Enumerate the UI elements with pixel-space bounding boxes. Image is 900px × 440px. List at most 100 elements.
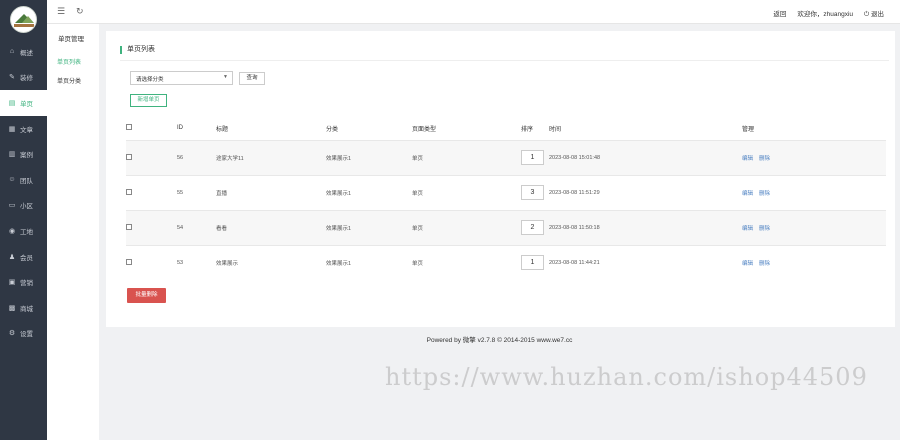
delete-link[interactable]: 删除: [759, 191, 770, 197]
sub-item-page-list[interactable]: 单页列表: [57, 57, 81, 66]
col-id: ID: [177, 125, 183, 132]
sub-item-page-category[interactable]: 单页分类: [57, 76, 81, 85]
row-checkbox[interactable]: [126, 188, 132, 195]
sidebar-item-label: 小区: [20, 203, 33, 211]
query-button[interactable]: 查询: [239, 72, 265, 85]
divider: [120, 60, 889, 61]
edit-link[interactable]: 编辑: [742, 261, 753, 267]
brush-icon: ✎: [9, 74, 15, 82]
sidebar-item-label: 会员: [20, 254, 33, 262]
menu-icon[interactable]: ☰: [57, 6, 65, 17]
main-nav: ⌂ 概述 ✎ 装修 ▤ 单页 ▦ 文章 ▥ 案例 ☺ 团队 ▭ 小区 ◉ 工地 ♟ 会员 ▣ 营销 ▩ 商城 ⚙ 设置: [0, 39, 47, 346]
caret-down-icon: ▼: [223, 74, 228, 80]
col-manage: 管理: [742, 126, 755, 133]
sidebar-item-marketing[interactable]: ▣ 营销: [0, 269, 47, 295]
sidebar-item-member[interactable]: ♟ 会员: [0, 244, 47, 270]
cell-id: 56: [177, 139, 216, 175]
sort-input[interactable]: 2: [521, 220, 544, 235]
cell-time: 2023-08-08 11:44:21: [549, 244, 742, 280]
sidebar-item-community[interactable]: ▭ 小区: [0, 193, 47, 219]
cell-title: 看看: [216, 209, 326, 245]
cell-page-type: 单页: [412, 209, 521, 245]
sidebar-item-label: 单页: [20, 100, 33, 108]
sidebar-item-article[interactable]: ▦ 文章: [0, 116, 47, 142]
sidebar-item-label: 概述: [20, 49, 33, 57]
cell-id: 53: [177, 244, 216, 280]
case-icon: ▥: [8, 151, 16, 159]
sidebar-item-brush[interactable]: ✎ 装修: [0, 65, 47, 91]
sidebar-item-case[interactable]: ▥ 案例: [0, 141, 47, 167]
cell-page-type: 单页: [412, 174, 521, 210]
sort-input[interactable]: 3: [521, 185, 544, 200]
logout-link[interactable]: ⏻ 退出: [864, 8, 884, 19]
delete-link[interactable]: 删除: [759, 261, 770, 267]
back-link[interactable]: 返回: [773, 8, 786, 19]
cell-title: 直播: [216, 174, 326, 210]
sidebar-item-label: 案例: [20, 152, 33, 160]
watermark: https://www.huzhan.com/ishop44509: [385, 363, 868, 391]
sidebar-item-label: 团队: [20, 177, 33, 185]
sidebar-item-mall[interactable]: ▩ 商城: [0, 295, 47, 321]
panel-title: 单页列表: [120, 46, 155, 54]
home-icon: ⌂: [9, 48, 15, 56]
col-sort: 排序: [521, 126, 534, 133]
member-icon: ♟: [8, 253, 16, 261]
cell-category: 效果展示1: [326, 244, 412, 280]
team-icon: ☺: [8, 176, 16, 184]
cell-id: 55: [177, 174, 216, 210]
sort-input[interactable]: 1: [521, 150, 544, 165]
logo: [10, 6, 37, 33]
cell-title: 途家大学11: [216, 139, 326, 175]
delete-link[interactable]: 删除: [759, 156, 770, 162]
new-page-button[interactable]: 新增单页: [130, 94, 167, 107]
row-checkbox[interactable]: [126, 223, 132, 230]
sidebar-item-label: 装修: [20, 75, 33, 83]
sidebar-item-label: 商城: [20, 305, 33, 313]
row-checkbox[interactable]: [126, 258, 132, 265]
cell-time: 2023-08-08 11:50:18: [549, 209, 742, 245]
power-icon: ⏻: [864, 11, 870, 18]
col-time: 时间: [549, 126, 562, 133]
refresh-icon[interactable]: ↻: [76, 6, 84, 17]
sidebar-item-home[interactable]: ⌂ 概述: [0, 39, 47, 65]
top-bar: ☰ ↻ 返回 欢迎你，zhuangxiu ⏻ 退出: [47, 0, 900, 24]
sort-input[interactable]: 1: [521, 255, 544, 271]
welcome-text: 欢迎你，zhuangxiu: [797, 11, 854, 18]
edit-link[interactable]: 编辑: [742, 191, 753, 197]
table-row: 54 看看 效果展示1 单页 2 2023-08-08 11:50:18 编辑 删除: [126, 209, 886, 245]
cell-page-type: 单页: [412, 244, 521, 280]
sidebar-item-label: 设置: [20, 331, 33, 339]
edit-link[interactable]: 编辑: [742, 156, 753, 162]
sidebar-item-label: 文章: [20, 126, 33, 134]
settings-icon: ⚙: [8, 330, 16, 338]
cell-page-type: 单页: [412, 139, 521, 175]
cell-time: 2023-08-08 15:01:48: [549, 139, 742, 175]
sidebar-item-label: 营销: [20, 280, 33, 288]
page-icon: ▤: [8, 99, 16, 107]
main-content: 单页列表 请选择分类 ▼ 查询 新增单页 ID 标题 分类 页面类型 排序 时间…: [99, 24, 900, 440]
sub-sidebar: 单页管理 单页列表 单页分类: [47, 0, 99, 440]
sidebar-item-site[interactable]: ◉ 工地: [0, 218, 47, 244]
sidebar-item-team[interactable]: ☺ 团队: [0, 167, 47, 193]
marketing-icon: ▣: [8, 279, 16, 287]
batch-delete-button[interactable]: 批量删除: [127, 288, 166, 303]
row-checkbox[interactable]: [126, 153, 132, 160]
logout-label: 退出: [871, 11, 884, 18]
article-icon: ▦: [8, 125, 16, 133]
cell-title: 效果展示: [216, 244, 326, 280]
page-table: ID 标题 分类 页面类型 排序 时间 管理 56 途家大学11 效果展示1 单页 1 2…: [126, 117, 886, 280]
col-title: 标题: [216, 126, 229, 133]
select-all-checkbox[interactable]: [126, 124, 132, 131]
cell-category: 效果展示1: [326, 209, 412, 245]
table-row: 55 直播 效果展示1 单页 3 2023-08-08 11:51:29 编辑 删除: [126, 174, 886, 210]
main-sidebar: ⌂ 概述 ✎ 装修 ▤ 单页 ▦ 文章 ▥ 案例 ☺ 团队 ▭ 小区 ◉ 工地 ♟ 会员 ▣ 营销 ▩ 商城 ⚙ 设置: [0, 0, 47, 440]
category-select[interactable]: 请选择分类 ▼: [130, 71, 233, 85]
page-list-panel: 单页列表 请选择分类 ▼ 查询 新增单页 ID 标题 分类 页面类型 排序 时间…: [106, 31, 895, 327]
delete-link[interactable]: 删除: [759, 226, 770, 232]
col-page-type: 页面类型: [412, 126, 437, 133]
table-header-row: ID 标题 分类 页面类型 排序 时间 管理: [126, 117, 886, 140]
edit-link[interactable]: 编辑: [742, 226, 753, 232]
sidebar-item-page[interactable]: ▤ 单页: [0, 90, 47, 116]
category-select-value: 请选择分类: [136, 77, 164, 83]
sidebar-item-settings[interactable]: ⚙ 设置: [0, 321, 47, 347]
